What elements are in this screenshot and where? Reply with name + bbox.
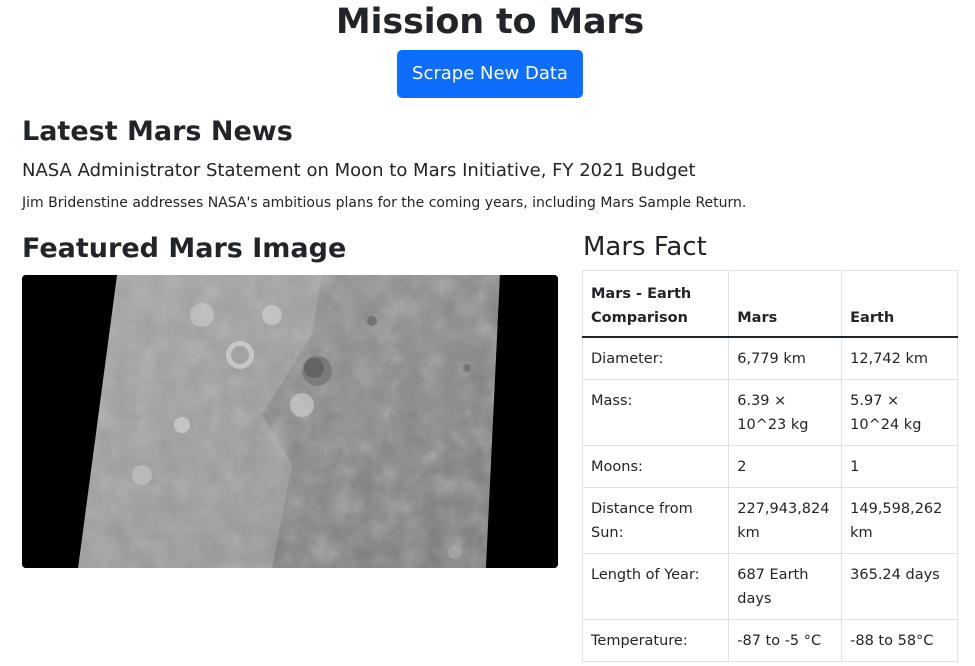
- row-label: Distance from Sun:: [581, 487, 730, 554]
- earth-value: -88 to 58°C: [841, 619, 958, 662]
- mars-value: 6.39 × 10^23 kg: [728, 379, 843, 446]
- news-title: NASA Administrator Statement on Moon to …: [22, 160, 696, 181]
- column-header-comparison: Mars - Earth Comparison: [581, 270, 730, 338]
- table-row: Temperature: -87 to -5 °C -88 to 58°C: [581, 619, 958, 662]
- mars-value: -87 to -5 °C: [728, 619, 843, 662]
- table-row: Length of Year: 687 Earth days 365.24 da…: [581, 553, 958, 620]
- row-label: Temperature:: [581, 619, 730, 662]
- page-title: Mission to Mars: [335, 2, 645, 42]
- table-row: Diameter: 6,779 km 12,742 km: [581, 336, 958, 380]
- earth-value: 149,598,262 km: [841, 487, 958, 554]
- earth-value: 365.24 days: [841, 553, 958, 620]
- featured-mars-image: [22, 275, 558, 568]
- mars-value: 2: [728, 445, 843, 488]
- row-label: Mass:: [581, 379, 730, 446]
- row-label: Moons:: [581, 445, 730, 488]
- mars-value: 6,779 km: [728, 336, 843, 380]
- row-label: Length of Year:: [581, 553, 730, 620]
- row-label: Diameter:: [581, 336, 730, 380]
- earth-value: 12,742 km: [841, 336, 958, 380]
- news-heading: Latest Mars News: [22, 116, 293, 147]
- column-header-earth: Earth: [841, 270, 958, 338]
- earth-value: 5.97 × 10^24 kg: [841, 379, 958, 446]
- mars-facts-table: Mars - Earth Comparison Mars Earth Diame…: [581, 270, 958, 662]
- featured-image-heading: Featured Mars Image: [22, 233, 347, 264]
- table-row: Moons: 2 1: [581, 445, 958, 488]
- scrape-new-data-button[interactable]: Scrape New Data: [397, 50, 583, 98]
- column-header-mars: Mars: [728, 270, 843, 338]
- mars-value: 687 Earth days: [728, 553, 843, 620]
- mars-facts-heading: Mars Fact: [583, 232, 707, 262]
- table-row: Distance from Sun: 227,943,824 km 149,59…: [581, 487, 958, 554]
- news-teaser: Jim Bridenstine addresses NASA's ambitio…: [22, 195, 747, 211]
- mars-value: 227,943,824 km: [728, 487, 843, 554]
- earth-value: 1: [841, 445, 958, 488]
- table-header-row: Mars - Earth Comparison Mars Earth: [581, 270, 958, 338]
- table-row: Mass: 6.39 × 10^23 kg 5.97 × 10^24 kg: [581, 379, 958, 446]
